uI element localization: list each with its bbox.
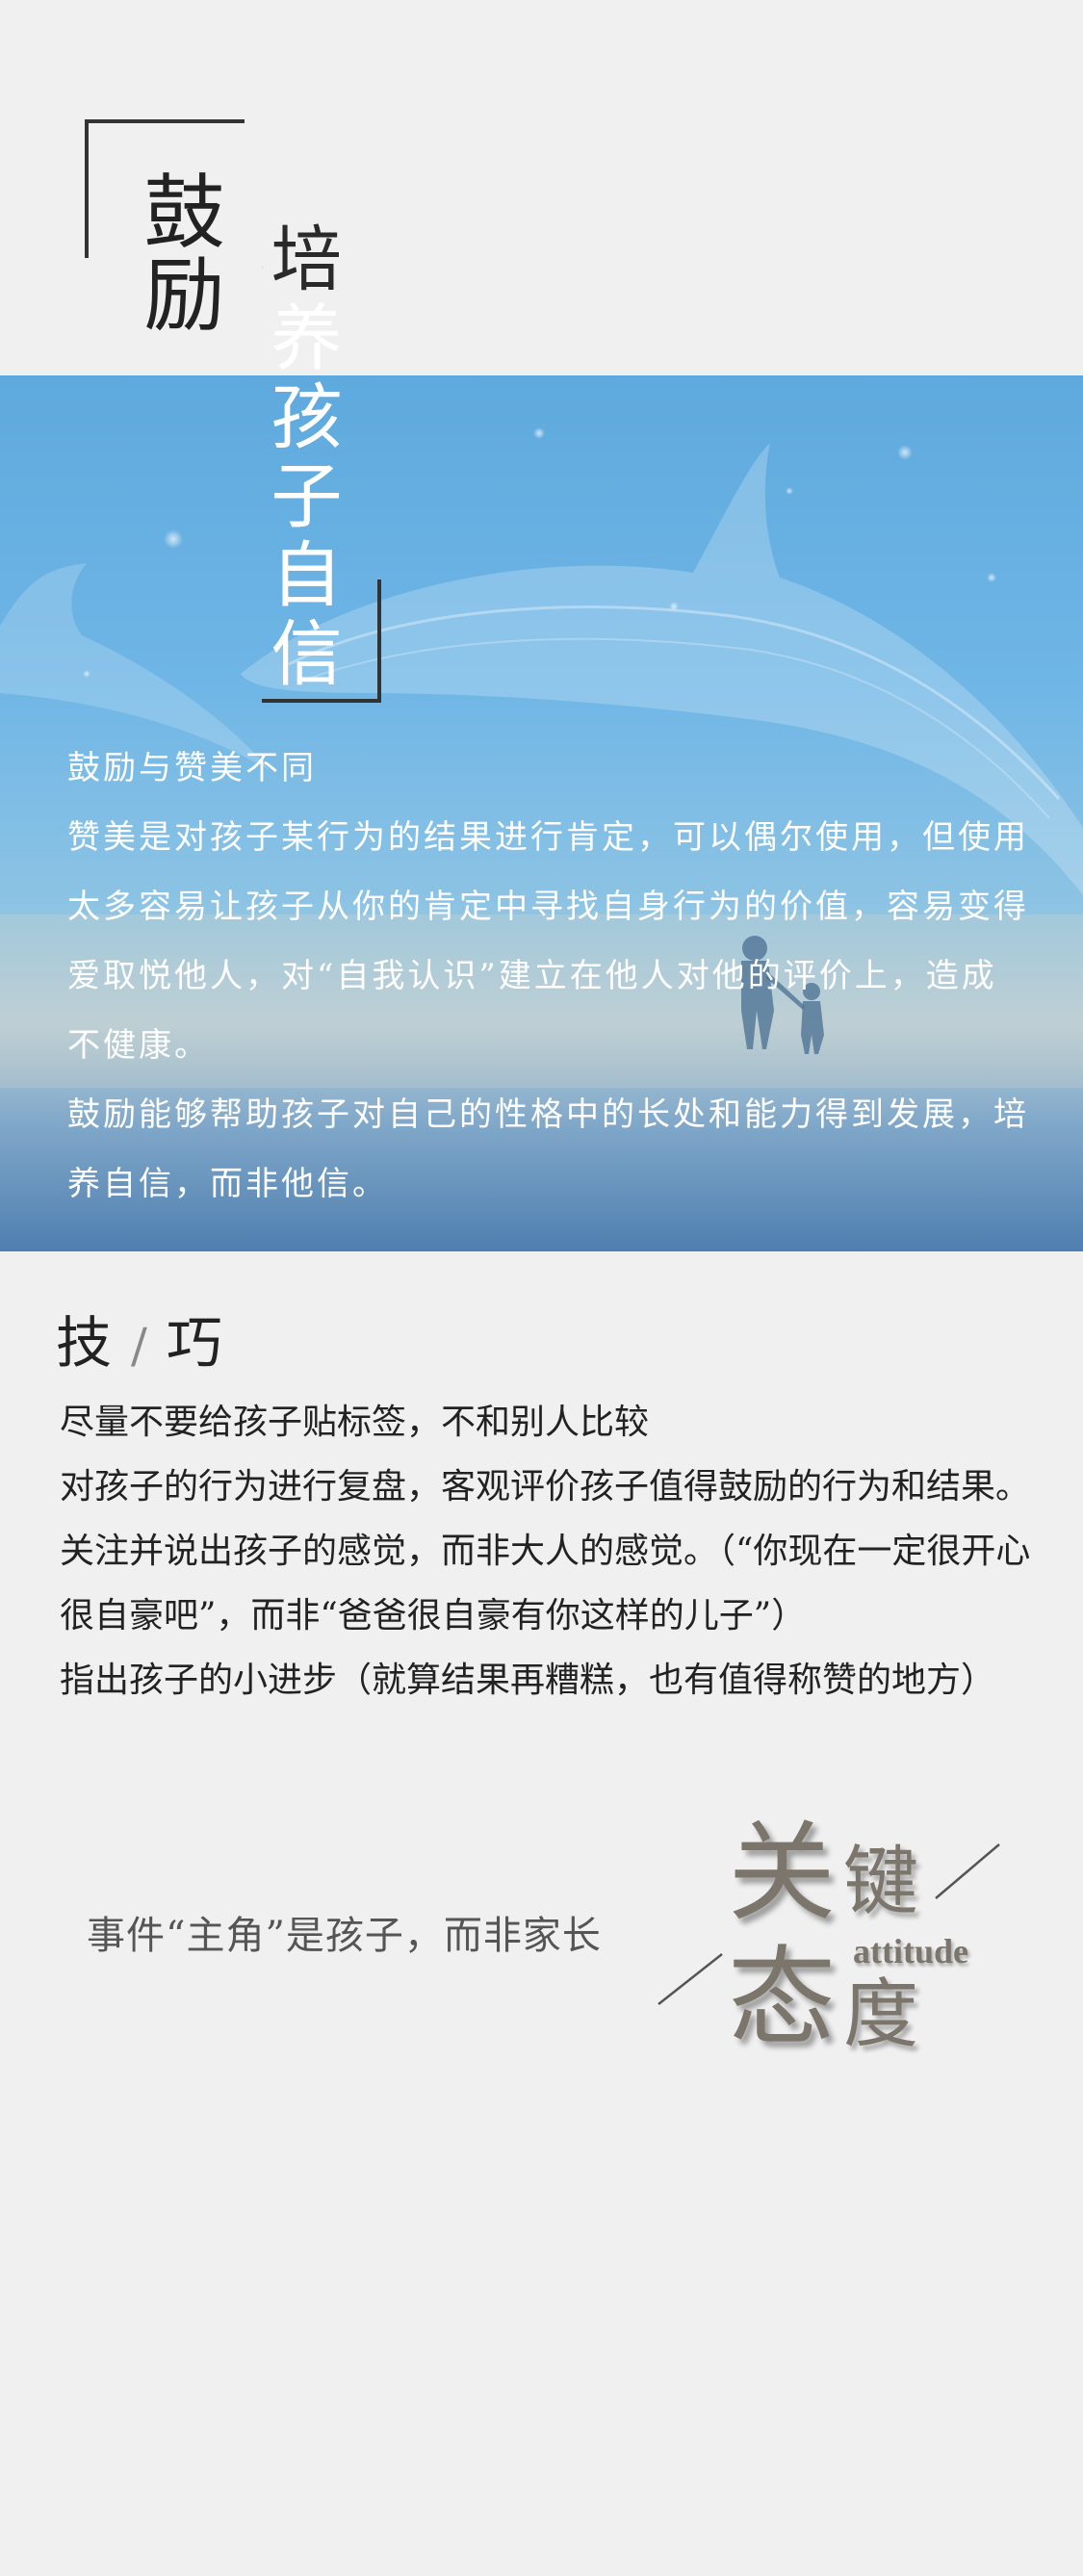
banner-subtitle: 鼓励与赞美不同 [67, 749, 317, 787]
tips-heading-right: 巧 [166, 1310, 222, 1376]
hero-banner: 鼓励与赞美不同 赞美是对孩子某行为的结果进行肯定，可以偶尔使用，但使用太多容易让… [0, 375, 1083, 1251]
page-subtitle-overlap: 培养孩子自信 [262, 221, 339, 300]
tips-heading: 技 / 巧 [56, 1298, 222, 1378]
logo-char: 态 [728, 1936, 836, 2061]
logo-word: attitude [853, 1932, 968, 1971]
title-frame-bottom-right [262, 580, 381, 703]
tips-heading-separator: / [131, 1318, 147, 1374]
tip-item: 对孩子的行为进行复盘，客观评价孩子值得鼓励的行为和结果。 [60, 1467, 1031, 1507]
tip-item: 关注并说出孩子的感觉，而非大人的感觉。（“你现在一定很开心很自豪吧”，而非“爸爸… [60, 1532, 1031, 1636]
tips-list: 尽量不要给孩子贴标签，不和别人比较 对孩子的行为进行复盘，客观评价孩子值得鼓励的… [60, 1390, 1042, 1713]
tip-item: 尽量不要给孩子贴标签，不和别人比较 [60, 1403, 650, 1442]
tips-heading-left: 技 [56, 1310, 113, 1376]
tip-item: 指出孩子的小进步（就算结果再糟糕，也有值得称赞的地方） [60, 1661, 996, 1700]
logo-char: 度 [843, 1971, 919, 2058]
banner-paragraph: 赞美是对孩子某行为的结果进行肯定，可以偶尔使用，但使用太多容易让孩子从你的肯定中… [67, 818, 1029, 1065]
key-statement: 事件“主角”是孩子，而非家长 [87, 1914, 602, 1958]
banner-paragraph: 鼓励能够帮助孩子对自己的性格中的长处和能力得到发展，培养自信，而非他信。 [67, 1095, 1029, 1203]
banner-text: 鼓励与赞美不同 赞美是对孩子某行为的结果进行肯定，可以偶尔使用，但使用太多容易让… [67, 734, 1030, 1219]
key-attitude-logo: 关 键 attitude 态 度 [655, 1819, 1040, 2079]
logo-char: 关 [728, 1811, 836, 1936]
logo-char: 键 [843, 1839, 919, 1925]
page-title: 鼓励 [131, 169, 225, 335]
